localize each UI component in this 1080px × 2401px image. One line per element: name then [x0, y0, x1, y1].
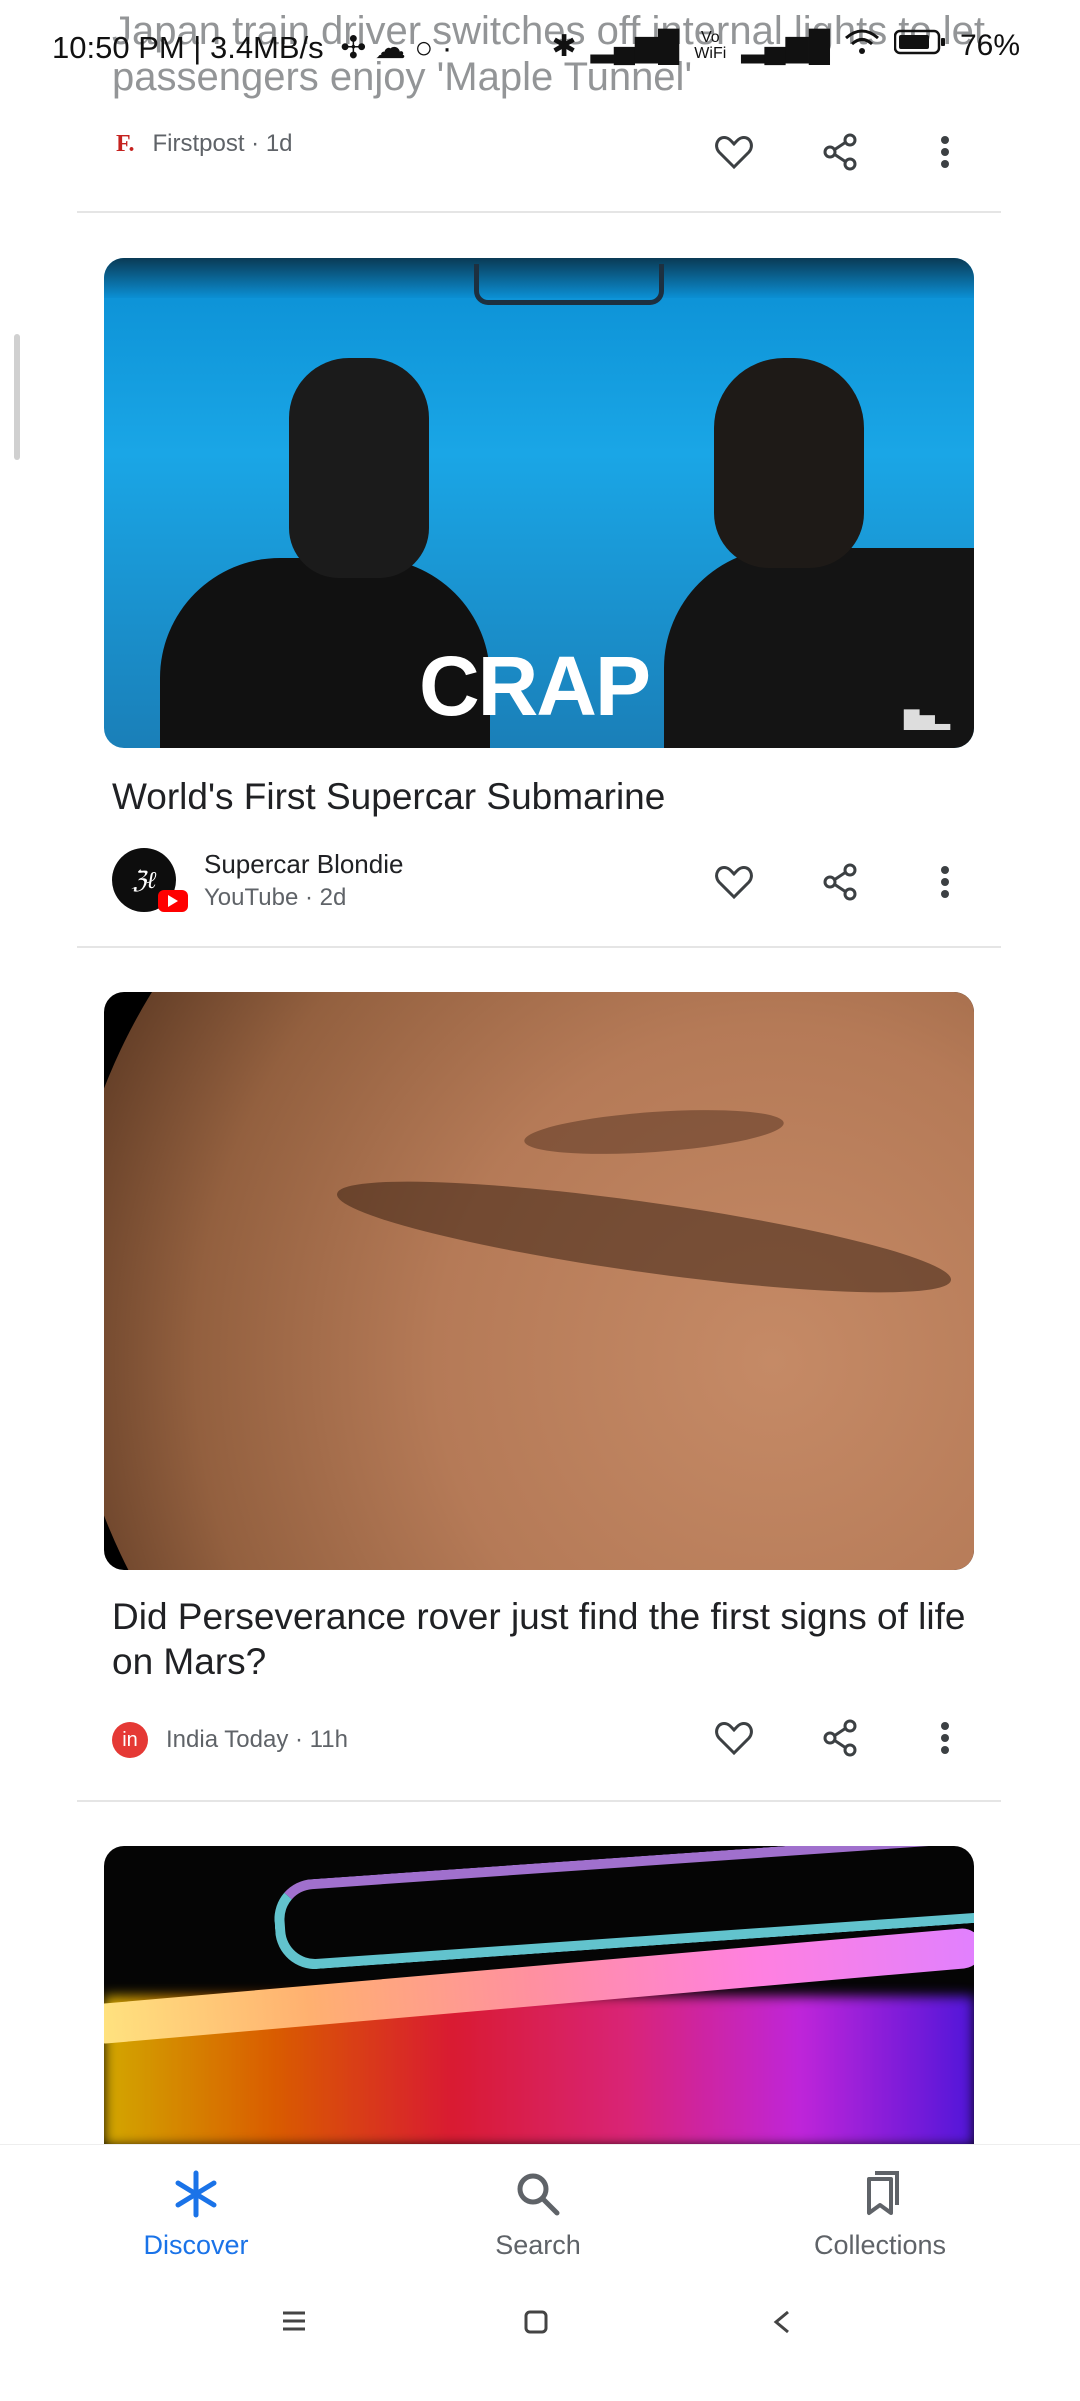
channel-avatar: ℨℓ	[112, 848, 188, 912]
nav-discover-label: Discover	[143, 2230, 249, 2260]
card3-more-button[interactable]	[915, 1708, 975, 1768]
share-icon	[823, 1719, 857, 1757]
more-vert-icon	[941, 1722, 949, 1754]
battery-percent: 76%	[959, 29, 1020, 62]
back-chevron-icon	[773, 2310, 789, 2334]
card2-age: 2d	[319, 883, 347, 911]
card1-source[interactable]: F. Firstpost · 1d	[116, 130, 293, 158]
card2-image[interactable]: CRAP ▇▅▂	[104, 258, 974, 748]
battery-icon	[893, 29, 946, 63]
scroll-indicator[interactable]	[14, 334, 20, 460]
firstpost-logo: F.	[116, 130, 135, 157]
status-time-speed: 10:50 PM | 3.4MB/s	[52, 30, 324, 65]
status-bar: Japan train driver switches off internal…	[0, 0, 1080, 100]
card2-share-button[interactable]	[810, 852, 870, 912]
menu-icon	[283, 2311, 305, 2331]
nav-discover[interactable]: Discover	[76, 2169, 316, 2261]
image-overlay-text: CRAP	[418, 639, 651, 733]
signal-icon-2: ▂▄▆█	[741, 29, 830, 63]
wifi-icon	[844, 28, 880, 64]
share-icon	[823, 133, 857, 171]
bottom-navigation: Discover Search Collections	[0, 2144, 1080, 2401]
system-menu-button[interactable]	[282, 2310, 306, 2337]
system-home-button[interactable]	[524, 2310, 548, 2339]
card3-image[interactable]	[104, 992, 974, 1570]
vowifi-label: Vo WiFi	[694, 29, 727, 62]
nav-collections[interactable]: Collections	[760, 2169, 1000, 2261]
nav-collections-label: Collections	[813, 2230, 947, 2260]
card2-headline[interactable]: World's First Supercar Submarine	[112, 774, 972, 819]
card1-more-button[interactable]	[915, 122, 975, 182]
share-icon	[823, 863, 857, 901]
bluetooth-icon: ✱	[551, 29, 577, 63]
divider	[77, 946, 1001, 948]
status-icons-right: ✱ ▂▄▆█ Vo WiFi ▂▄▆█ 76%	[552, 28, 1021, 64]
search-icon	[517, 2173, 560, 2216]
card3-age: 11h	[309, 1726, 348, 1753]
signal-icon: ▂▄▆█	[590, 29, 680, 63]
collections-icon	[867, 2171, 899, 2215]
card3-headline[interactable]: Did Perseverance rover just find the fir…	[112, 1594, 972, 1684]
card1-share-button[interactable]	[810, 122, 870, 182]
card4-image[interactable]	[104, 1846, 974, 2146]
card3-source-name: India Today	[166, 1726, 289, 1753]
card2-source-name: YouTube	[204, 883, 299, 911]
nav-search[interactable]: Search	[418, 2169, 658, 2261]
channel-name: Supercar Blondie	[204, 848, 404, 879]
more-vert-icon	[941, 866, 949, 898]
card3-like-button[interactable]	[704, 1708, 764, 1768]
chart-icon: ▇▅▂	[904, 708, 951, 730]
divider	[77, 211, 1001, 213]
youtube-icon	[158, 890, 188, 912]
india-today-logo: in	[112, 1722, 148, 1758]
status-icons-left: ✣ ☁ ○ ·	[340, 30, 453, 65]
card3-share-button[interactable]	[810, 1708, 870, 1768]
card1-source-name: Firstpost	[152, 130, 245, 157]
card2-like-button[interactable]	[704, 852, 764, 912]
home-square-icon	[524, 2310, 548, 2334]
system-back-button[interactable]	[772, 2310, 792, 2339]
card1-age: 1d	[265, 130, 293, 157]
card2-more-button[interactable]	[915, 852, 975, 912]
heart-icon	[715, 1721, 753, 1756]
more-vert-icon	[941, 136, 949, 168]
divider	[77, 1800, 1001, 1802]
heart-icon	[715, 135, 753, 170]
card3-source[interactable]: in India Today · 11h	[112, 1722, 348, 1758]
nav-search-label: Search	[495, 2230, 581, 2260]
card1-like-button[interactable]	[704, 122, 764, 182]
heart-icon	[715, 865, 753, 900]
discover-asterisk-icon	[175, 2170, 217, 2218]
card2-source[interactable]: ℨℓ Supercar Blondie YouTube · 2d	[112, 848, 403, 912]
